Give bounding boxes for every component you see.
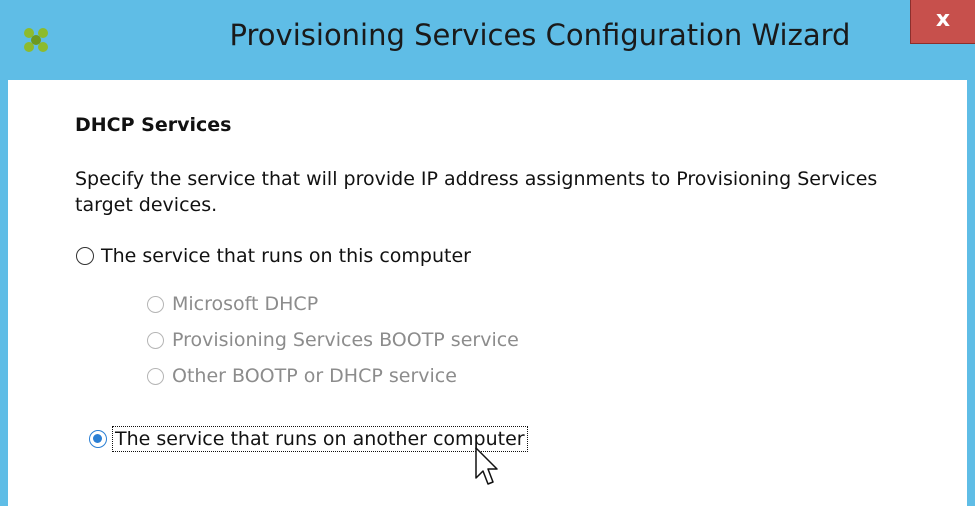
radio-disabled-icon (147, 331, 164, 349)
page-heading: DHCP Services (75, 114, 232, 136)
radio-microsoft-dhcp-label: Microsoft DHCP (172, 293, 319, 315)
radio-this-computer[interactable]: The service that runs on this computer (76, 245, 471, 267)
radio-another-computer-label[interactable]: The service that runs on another compute… (112, 426, 528, 452)
radio-microsoft-dhcp: Microsoft DHCP (147, 293, 318, 315)
citrix-app-icon (24, 28, 48, 52)
radio-other-dhcp: Other BOOTP or DHCP service (147, 365, 457, 387)
radio-checked-icon[interactable] (89, 430, 107, 448)
radio-other-dhcp-label: Other BOOTP or DHCP service (172, 365, 457, 387)
radio-disabled-icon (147, 367, 164, 385)
window-title: Provisioning Services Configuration Wiza… (229, 18, 851, 52)
mouse-pointer-icon (475, 447, 498, 485)
title-bar[interactable]: Provisioning Services Configuration Wiza… (0, 0, 975, 80)
radio-disabled-icon (147, 295, 164, 313)
radio-another-computer[interactable]: The service that runs on another compute… (89, 426, 528, 452)
radio-this-computer-label[interactable]: The service that runs on this computer (101, 245, 471, 267)
radio-bootp-service-label: Provisioning Services BOOTP service (172, 329, 519, 351)
radio-unchecked-icon[interactable] (76, 247, 94, 265)
page-description: Specify the service that will provide IP… (75, 168, 878, 216)
close-button[interactable]: x (910, 0, 975, 44)
radio-bootp-service: Provisioning Services BOOTP service (147, 329, 519, 351)
wizard-window: Provisioning Services Configuration Wiza… (0, 0, 975, 506)
